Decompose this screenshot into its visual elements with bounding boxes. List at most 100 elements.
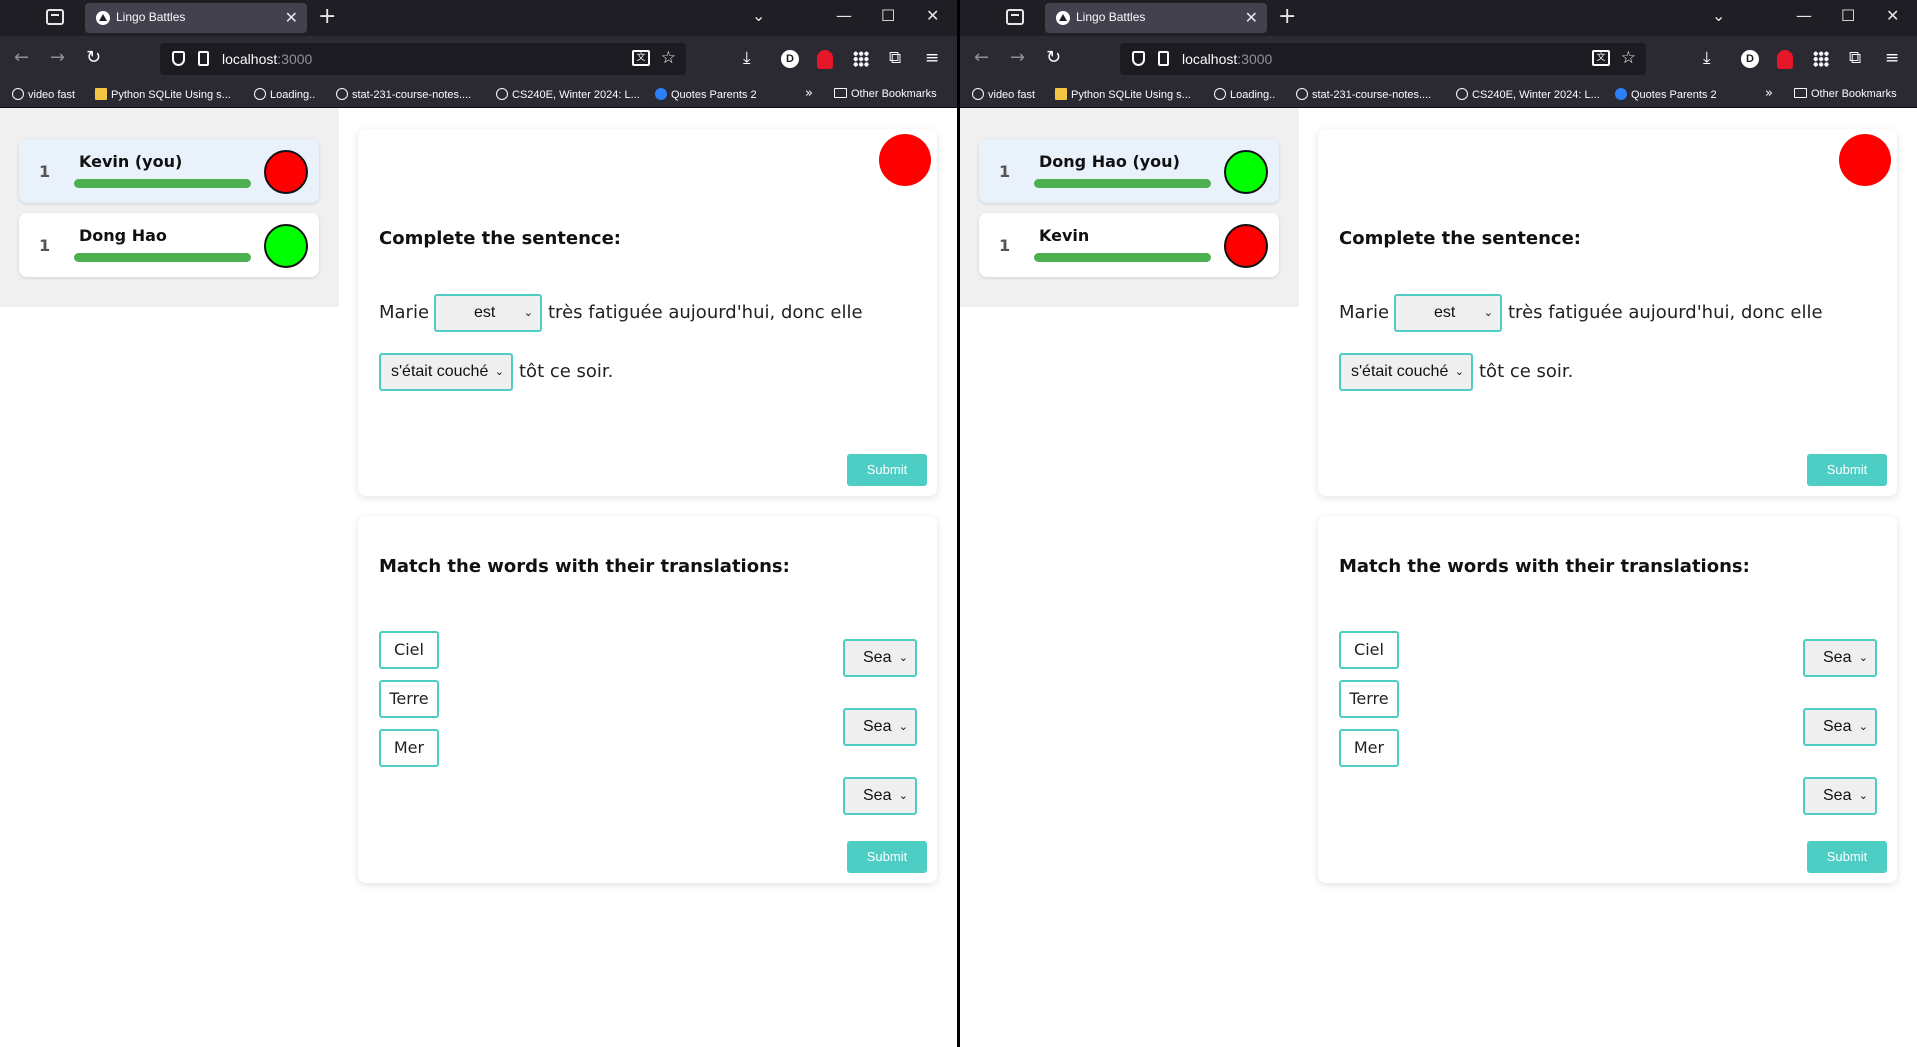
bookmark-item[interactable]: Python SQLite Using s... [1055,88,1191,101]
bookmark-item[interactable]: Loading.. [254,88,315,101]
account-avatar-icon[interactable]: D [781,50,799,68]
sentence-submit-button[interactable]: Submit [847,454,927,486]
tab-bar: Lingo Battles ✕ + ⌄ — ☐ ✕ [0,0,957,36]
extensions-puzzle-icon[interactable]: ⧉ [1849,48,1861,68]
page-info-icon[interactable] [198,51,209,66]
menu-icon[interactable]: ≡ [1885,48,1899,68]
minimize-icon[interactable]: — [836,6,852,25]
match-submit-button[interactable]: Submit [1807,841,1887,873]
more-bookmarks-chevron-icon[interactable]: » [1765,86,1773,101]
match-submit-button[interactable]: Submit [847,841,927,873]
lingo-battles-favicon-icon [96,11,110,25]
bookmark-star-icon[interactable]: ☆ [661,48,676,68]
tab-list-chevron-icon[interactable]: ⌄ [752,6,765,25]
lingo-battles-favicon-icon [1056,11,1070,25]
minimize-icon[interactable]: — [1796,6,1812,25]
menu-icon[interactable]: ≡ [925,48,939,68]
new-tab-icon[interactable]: + [1278,4,1296,29]
url-text[interactable]: localhost:3000 [1182,51,1272,67]
player-status-dot [1224,224,1268,268]
back-icon[interactable]: ← [14,48,29,68]
downloads-icon[interactable]: ⤓ [1703,48,1711,68]
url-bar[interactable]: localhost:3000 文 ☆ [1120,43,1646,75]
list-all-tabs-icon[interactable] [1006,9,1024,25]
sentence-select-verb[interactable]: est ⌄ [1394,294,1502,332]
translate-icon[interactable]: 文 [632,50,650,66]
bookmark-item[interactable]: stat-231-course-notes.... [1296,88,1431,101]
match-word[interactable]: Mer [1339,729,1399,767]
url-text[interactable]: localhost:3000 [222,51,312,67]
bookmark-item[interactable]: CS240E, Winter 2024: L... [1456,88,1600,101]
match-word[interactable]: Ciel [1339,631,1399,669]
extensions-puzzle-icon[interactable]: ⧉ [889,48,901,68]
list-all-tabs-icon[interactable] [46,9,64,25]
apps-grid-icon[interactable] [853,51,869,67]
sentence-select-participle[interactable]: s'était couché ⌄ [1339,353,1473,391]
close-tab-icon[interactable]: ✕ [1245,8,1258,27]
extension-red-icon[interactable] [1777,50,1793,69]
downloads-icon[interactable]: ⤓ [743,48,751,68]
match-word[interactable]: Terre [1339,680,1399,718]
sentence-select-verb[interactable]: est ⌄ [434,294,542,332]
apps-grid-icon[interactable] [1813,51,1829,67]
sentence-submit-button[interactable]: Submit [1807,454,1887,486]
player-card-self: 1 Kevin (you) [19,139,319,203]
match-word[interactable]: Mer [379,729,439,767]
bookmark-item[interactable]: stat-231-course-notes.... [336,88,471,101]
folder-icon [1794,88,1807,98]
account-avatar-icon[interactable]: D [1741,50,1759,68]
chevron-down-icon: ⌄ [898,790,908,802]
reload-icon[interactable]: ↻ [1046,48,1061,68]
tracking-shield-icon[interactable] [1132,51,1145,66]
globe-icon [1214,88,1226,100]
sentence-select-participle[interactable]: s'était couché ⌄ [379,353,513,391]
other-bookmarks[interactable]: Other Bookmarks [834,88,937,100]
close-window-icon[interactable]: ✕ [926,6,939,25]
translate-icon[interactable]: 文 [1592,50,1610,66]
match-translation-select[interactable]: Sea ⌄ [1803,639,1877,677]
match-translation-select[interactable]: Sea ⌄ [1803,777,1877,815]
browser-tab[interactable]: Lingo Battles ✕ [85,3,307,33]
maximize-icon[interactable]: ☐ [1841,6,1855,25]
forward-icon[interactable]: → [50,48,65,68]
maximize-icon[interactable]: ☐ [881,6,895,25]
player-name: Dong Hao [79,226,167,245]
sentence-text-end: tôt ce soir. [519,361,614,382]
match-question-card: Match the words with their translations:… [1318,516,1897,883]
match-heading: Match the words with their translations: [379,556,790,577]
page-info-icon[interactable] [1158,51,1169,66]
new-tab-icon[interactable]: + [318,4,336,29]
extension-red-icon[interactable] [817,50,833,69]
site-favicon-icon [95,88,107,100]
bookmark-item[interactable]: CS240E, Winter 2024: L... [496,88,640,101]
bookmark-star-icon[interactable]: ☆ [1621,48,1636,68]
url-bar[interactable]: localhost:3000 文 ☆ [160,43,686,75]
more-bookmarks-chevron-icon[interactable]: » [805,86,813,101]
bookmark-item[interactable]: video fast [12,88,75,101]
sentence-question-card: Complete the sentence: Marie est ⌄ très f… [1318,129,1897,496]
match-translation-select[interactable]: Sea ⌄ [843,777,917,815]
bookmark-item[interactable]: video fast [972,88,1035,101]
player-rank: 1 [999,236,1011,255]
match-translation-select[interactable]: Sea ⌄ [1803,708,1877,746]
browser-tab[interactable]: Lingo Battles ✕ [1045,3,1267,33]
tab-list-chevron-icon[interactable]: ⌄ [1712,6,1725,25]
other-bookmarks[interactable]: Other Bookmarks [1794,88,1897,100]
bookmark-item[interactable]: Quotes Parents 2 [1615,88,1717,101]
close-tab-icon[interactable]: ✕ [285,8,298,27]
back-icon[interactable]: ← [974,48,989,68]
bookmark-item[interactable]: Python SQLite Using s... [95,88,231,101]
forward-icon[interactable]: → [1010,48,1025,68]
player-name: Dong Hao (you) [1039,152,1180,171]
close-window-icon[interactable]: ✕ [1886,6,1899,25]
player-rank: 1 [39,236,51,255]
match-translation-select[interactable]: Sea ⌄ [843,708,917,746]
match-translation-select[interactable]: Sea ⌄ [843,639,917,677]
reload-icon[interactable]: ↻ [86,48,101,68]
bookmark-item[interactable]: Loading.. [1214,88,1275,101]
bookmark-item[interactable]: Quotes Parents 2 [655,88,757,101]
match-word[interactable]: Terre [379,680,439,718]
tracking-shield-icon[interactable] [172,51,185,66]
browser-window-left: Lingo Battles ✕ + ⌄ — ☐ ✕ ← → ↻ localhos… [0,0,957,1047]
match-word[interactable]: Ciel [379,631,439,669]
